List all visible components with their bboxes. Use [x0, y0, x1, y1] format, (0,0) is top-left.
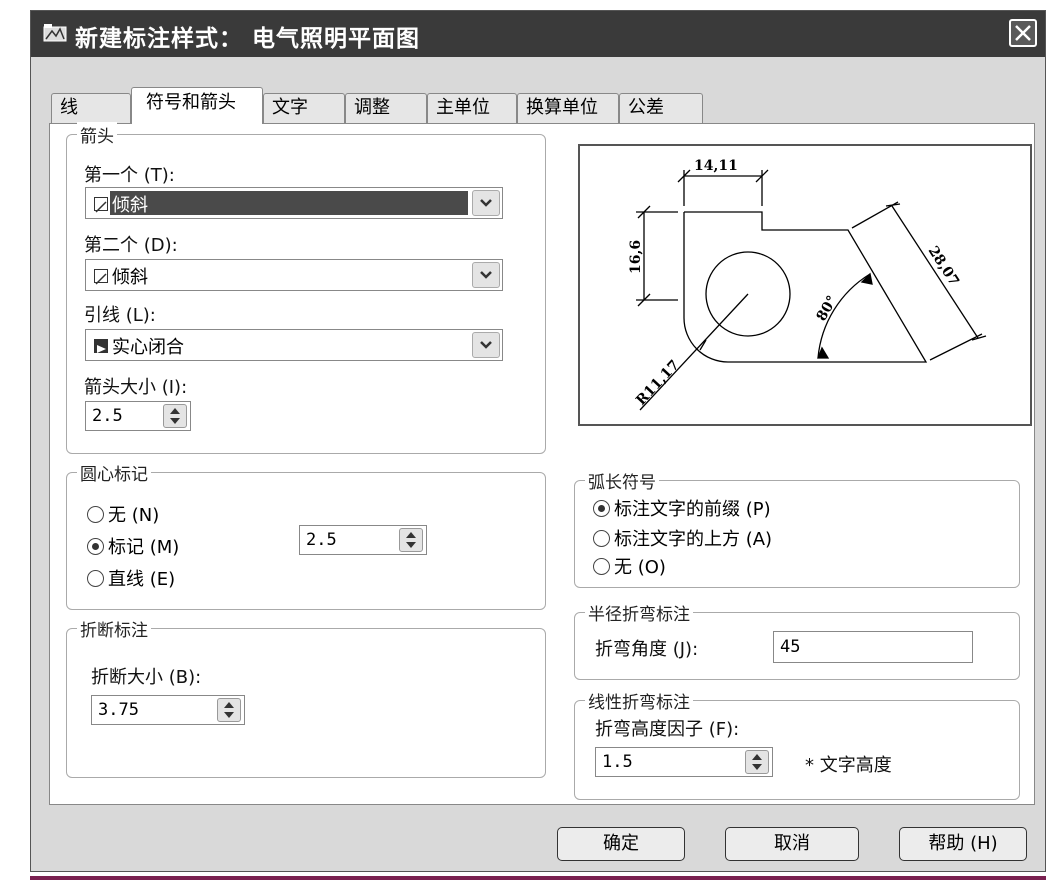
tab-symbols-arrows[interactable]: 符号和箭头 — [131, 87, 263, 124]
dialog-window: 新建标注样式： 电气照明平面图 线 符号和箭头 文字 调整 主单位 换算单位 公… — [30, 10, 1046, 872]
jog-height-spinner[interactable]: 1.5 — [595, 747, 773, 777]
jog-angle-label: 折弯角度 (J): — [595, 639, 699, 660]
radius-jog-group: 半径折弯标注 折弯角度 (J): 45 — [574, 600, 1020, 680]
preview-dim-angle: 80° — [814, 293, 841, 324]
spinner-updown-icon[interactable] — [217, 698, 241, 722]
oblique-arrow-icon — [94, 269, 108, 285]
dimension-break-group-title: 折断标注 — [77, 616, 151, 641]
help-button[interactable]: 帮助 (H) — [899, 827, 1027, 861]
second-arrow-value: 倾斜 — [112, 267, 148, 288]
center-marks-group: 圆心标记 无 (N) 标记 (M) 直线 (E) 2.5 — [66, 460, 546, 610]
tab-fit[interactable]: 调整 — [345, 93, 427, 123]
break-size-spinner[interactable]: 3.75 — [91, 695, 245, 725]
arrow-size-spinner[interactable]: 2.5 — [85, 401, 191, 431]
ok-button[interactable]: 确定 — [557, 827, 685, 861]
radio-unchecked-icon — [87, 506, 104, 523]
window-title: 新建标注样式： 电气照明平面图 — [75, 25, 421, 52]
tab-tolerances[interactable]: 公差 — [619, 93, 703, 123]
preview-dim-left: 16,6 — [628, 240, 644, 274]
arrowheads-group-title: 箭头 — [77, 122, 117, 147]
arc-prefix-label: 标注文字的前缀 (P) — [614, 499, 771, 520]
center-mark-mark-radio[interactable]: 标记 (M) — [87, 533, 179, 559]
first-arrow-value: 倾斜 — [112, 195, 148, 216]
center-mark-none-radio[interactable]: 无 (N) — [87, 501, 159, 527]
center-mark-line-label: 直线 (E) — [108, 569, 176, 590]
center-mark-size-spinner[interactable]: 2.5 — [299, 525, 427, 555]
center-mark-line-radio[interactable]: 直线 (E) — [87, 565, 175, 591]
spinner-updown-icon[interactable] — [163, 404, 187, 428]
first-arrow-label: 第一个 (T): — [84, 165, 175, 186]
break-size-value: 3.75 — [98, 700, 139, 720]
first-arrow-dropdown[interactable]: 倾斜 — [85, 187, 503, 219]
tab-panel: 箭头 第一个 (T): 倾斜 第二个 (D): 倾斜 引线 (L): 实心闭合 … — [49, 122, 1035, 805]
spinner-updown-icon[interactable] — [745, 750, 769, 774]
radio-checked-icon — [87, 538, 104, 555]
radio-unchecked-icon — [87, 570, 104, 587]
preview-dim-diagonal: 28,07 — [925, 243, 962, 288]
dropdown-chevron-icon[interactable] — [472, 332, 500, 358]
window-bottom-edge — [30, 876, 1046, 880]
center-mark-none-label: 无 (N) — [108, 505, 160, 526]
tab-alternate-units[interactable]: 换算单位 — [517, 93, 619, 123]
arc-length-symbol-group: 弧长符号 标注文字的前缀 (P) 标注文字的上方 (A) 无 (O) — [574, 468, 1020, 588]
dimension-preview: 14,11 16,6 28,07 80° R11,17 — [578, 144, 1032, 426]
arc-none-label: 无 (O) — [614, 557, 666, 578]
jog-angle-input[interactable]: 45 — [773, 631, 973, 663]
spinner-updown-icon[interactable] — [399, 528, 423, 552]
jog-height-unit-label: * 文字高度 — [805, 755, 892, 776]
leader-arrow-value: 实心闭合 — [112, 337, 184, 358]
center-marks-group-title: 圆心标记 — [77, 460, 151, 485]
dropdown-chevron-icon[interactable] — [472, 190, 500, 216]
radio-unchecked-icon — [593, 558, 610, 575]
linear-jog-group-title: 线性折弯标注 — [585, 688, 693, 713]
arrow-size-label: 箭头大小 (I): — [84, 377, 188, 398]
jog-height-value: 1.5 — [602, 752, 633, 772]
leader-arrow-label: 引线 (L): — [84, 305, 156, 326]
radius-jog-group-title: 半径折弯标注 — [585, 600, 693, 625]
cancel-button[interactable]: 取消 — [725, 827, 859, 861]
jog-angle-value: 45 — [780, 637, 801, 657]
dropdown-chevron-icon[interactable] — [472, 262, 500, 288]
arrowheads-group: 箭头 第一个 (T): 倾斜 第二个 (D): 倾斜 引线 (L): 实心闭合 … — [66, 122, 546, 454]
linear-jog-group: 线性折弯标注 折弯高度因子 (F): 1.5 * 文字高度 — [574, 688, 1020, 800]
title-bar[interactable]: 新建标注样式： 电气照明平面图 — [31, 11, 1045, 57]
preview-dim-radius: R11,17 — [633, 357, 683, 408]
second-arrow-label: 第二个 (D): — [84, 235, 178, 256]
break-size-label: 折断大小 (B): — [91, 667, 202, 688]
tab-primary-units[interactable]: 主单位 — [427, 93, 517, 123]
second-arrow-dropdown[interactable]: 倾斜 — [85, 259, 503, 291]
close-button[interactable] — [1009, 19, 1037, 47]
arrow-size-value: 2.5 — [92, 406, 123, 426]
jog-height-label: 折弯高度因子 (F): — [595, 719, 740, 740]
preview-drawing: 14,11 16,6 28,07 80° R11,17 — [628, 158, 987, 411]
app-icon — [43, 24, 67, 42]
arc-above-radio[interactable]: 标注文字的上方 (A) — [593, 525, 772, 551]
center-mark-mark-label: 标记 (M) — [108, 537, 180, 558]
center-mark-size-value: 2.5 — [306, 530, 337, 550]
tab-lines[interactable]: 线 — [51, 93, 131, 123]
oblique-arrow-icon — [94, 197, 108, 213]
arc-prefix-radio[interactable]: 标注文字的前缀 (P) — [593, 495, 771, 521]
preview-dim-top: 14,11 — [694, 158, 738, 174]
arc-above-label: 标注文字的上方 (A) — [614, 529, 773, 550]
tab-text[interactable]: 文字 — [263, 93, 345, 123]
dimension-break-group: 折断标注 折断大小 (B): 3.75 — [66, 616, 546, 778]
arc-none-radio[interactable]: 无 (O) — [593, 553, 666, 579]
leader-arrow-dropdown[interactable]: 实心闭合 — [85, 329, 503, 361]
arc-length-group-title: 弧长符号 — [585, 468, 659, 493]
radio-unchecked-icon — [593, 530, 610, 547]
close-icon — [1015, 25, 1031, 41]
radio-checked-icon — [593, 500, 610, 517]
closed-filled-arrow-icon — [94, 339, 108, 353]
